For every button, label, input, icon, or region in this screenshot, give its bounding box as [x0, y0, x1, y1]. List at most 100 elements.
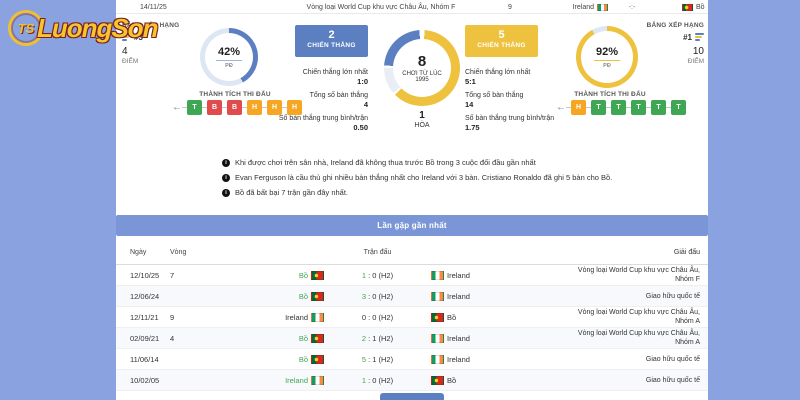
- away-team-flag-icon: [431, 271, 444, 280]
- form-result-box: B: [227, 100, 242, 115]
- table-row[interactable]: 10/02/05 Ireland 1: 0 (H2) Bồ Giao hữu q…: [116, 370, 708, 391]
- home-form-title: THÀNH TÍCH THI ĐẤU: [160, 91, 310, 98]
- away-wins-count: 5: [465, 29, 538, 42]
- away-rank-row: #1: [612, 32, 704, 42]
- tournament-name: Giao hữu quốc tế: [561, 292, 708, 301]
- match-score: 1: 0 (H2): [324, 271, 431, 280]
- stat-label: Chiến thắng lớn nhất: [465, 68, 565, 77]
- home-team-name: Ireland: [285, 313, 308, 322]
- away-form-title: THÀNH TÍCH THI ĐẤU: [535, 91, 685, 98]
- away-team-cell: Bồ: [431, 376, 561, 385]
- match-score: 0: 0 (H2): [324, 313, 431, 322]
- home-team-name: Bồ: [299, 355, 308, 364]
- away-team-cell: Ireland: [431, 271, 561, 280]
- stat-value: 0.50: [268, 123, 368, 133]
- away-team-flag-icon: [431, 355, 444, 364]
- show-more-button[interactable]: [380, 393, 444, 400]
- match-date: 10/02/05: [116, 376, 170, 385]
- table-row[interactable]: 12/06/24 Bồ 3: 0 (H2) Ireland Giao hữu q…: [116, 286, 708, 307]
- fixture-home: Ireland: [542, 0, 608, 14]
- table-row[interactable]: 12/10/25 7 Bồ 1: 0 (H2) Ireland Vòng loạ…: [116, 265, 708, 286]
- stat-label: Chiến thắng lớn nhất: [268, 68, 368, 77]
- away-team-cell: Bồ: [431, 313, 561, 322]
- away-team-name: Ireland: [447, 355, 470, 364]
- stat-value: 14: [465, 100, 565, 110]
- insight-notes: i Khi được chơi trên sân nhà, Ireland đã…: [116, 158, 708, 203]
- away-team-name: Ireland: [447, 334, 470, 343]
- match-score: 3: 0 (H2): [324, 292, 431, 301]
- fixture-away-name: Bồ: [696, 4, 705, 11]
- stat-item: Số bàn thắng trung bình/trận 0.50: [268, 114, 368, 133]
- home-team-cell: Ireland: [220, 313, 324, 322]
- home-team-name: Bồ: [299, 334, 308, 343]
- note-item: i Evan Ferguson là cầu thủ ghi nhiều bàn…: [222, 173, 708, 183]
- logo-badge: TS: [18, 21, 35, 36]
- away-team-cell: Ireland: [431, 334, 561, 343]
- col-tournament: Giải đấu: [561, 248, 708, 257]
- score-home-goals: 0: [362, 313, 366, 322]
- away-team-cell: Ireland: [431, 292, 561, 301]
- draws-label: HÒA: [384, 122, 460, 129]
- away-team-name: Bồ: [447, 313, 456, 322]
- score-rest: : 0 (H2): [368, 271, 393, 280]
- match-round: 9: [170, 313, 220, 322]
- match-date: 11/06/14: [116, 355, 170, 364]
- stat-item: Chiến thắng lớn nhất 5:1: [465, 68, 565, 87]
- away-team-flag-icon: [431, 313, 444, 322]
- stat-label: Số bàn thắng trung bình/trận: [465, 114, 565, 123]
- stat-label: Số bàn thắng trung bình/trận: [268, 114, 368, 123]
- form-result-box: T: [611, 100, 626, 115]
- h2h-donut-chart: 8 CHƠI TỪ LÚC 1995: [384, 30, 460, 106]
- draws-count: 1: [384, 110, 460, 121]
- score-rest: : 0 (H2): [368, 292, 393, 301]
- info-icon: i: [222, 174, 230, 182]
- fixture-competition: Vòng loại World Cup khu vực Châu Âu, Nhó…: [274, 0, 488, 14]
- home-form-gauge-inner: 42% PĐ: [205, 33, 253, 81]
- stat-value: 5:1: [465, 77, 565, 87]
- score-home-goals: 1: [362, 376, 366, 385]
- table-rows: 12/10/25 7 Bồ 1: 0 (H2) Ireland Vòng loạ…: [116, 265, 708, 391]
- home-wins-label: CHIẾN THẮNG: [295, 42, 368, 50]
- score-home-goals: 5: [362, 355, 366, 364]
- stat-value: 1.75: [465, 123, 565, 133]
- score-home-goals: 3: [362, 292, 366, 301]
- upcoming-fixture-bar[interactable]: 14/11/25 Vòng loại World Cup khu vực Châ…: [116, 0, 708, 14]
- form-result-box: T: [671, 100, 686, 115]
- tournament-name: Vòng loại World Cup khu vực Châu Âu, Nhó…: [561, 308, 708, 326]
- match-date: 12/10/25: [116, 271, 170, 280]
- home-points: 4: [122, 46, 208, 57]
- match-score: 1: 0 (H2): [324, 376, 431, 385]
- score-home-goals: 2: [362, 334, 366, 343]
- home-team-name: Ireland: [285, 376, 308, 385]
- home-wins-box: 2 CHIẾN THẮNG: [295, 25, 368, 57]
- form-result-box: H: [571, 100, 586, 115]
- home-wins-count: 2: [295, 29, 368, 42]
- away-rank-number: #1: [683, 33, 692, 42]
- away-team-flag-icon: [431, 334, 444, 343]
- table-row[interactable]: 02/09/21 4 Bồ 2: 1 (H2) Ireland Vòng loạ…: [116, 328, 708, 349]
- standings-icon: [695, 32, 704, 42]
- form-result-box: T: [631, 100, 646, 115]
- home-gauge-label: PĐ: [225, 63, 233, 69]
- logo-text: LuongSon: [37, 13, 158, 44]
- left-arrow-icon: ←: [172, 100, 182, 115]
- home-team-cell: Bồ: [220, 271, 324, 280]
- home-team-cell: Ireland: [220, 376, 324, 385]
- home-team-cell: Bồ: [220, 355, 324, 364]
- note-item: i Bồ đã bất bại 7 trận gần đây nhất.: [222, 188, 708, 198]
- away-form-squares: H T T T T T: [566, 100, 686, 115]
- home-form-row: ← T B B H H H: [172, 100, 302, 115]
- info-icon: i: [222, 159, 230, 167]
- note-text: Khi được chơi trên sân nhà, Ireland đã k…: [235, 158, 536, 168]
- ireland-flag-icon: [597, 4, 608, 11]
- since-year: 1995: [415, 77, 428, 83]
- away-team-name: Ireland: [447, 292, 470, 301]
- note-item: i Khi được chơi trên sân nhà, Ireland đã…: [222, 158, 708, 168]
- home-team-flag-icon: [311, 292, 324, 301]
- table-row[interactable]: 11/06/14 Bồ 5: 1 (H2) Ireland Giao hữu q…: [116, 349, 708, 370]
- home-team-flag-icon: [311, 271, 324, 280]
- score-rest: : 0 (H2): [368, 313, 393, 322]
- table-row[interactable]: 12/11/21 9 Ireland 0: 0 (H2) Bồ Vòng loạ…: [116, 307, 708, 328]
- note-text: Bồ đã bất bại 7 trận gần đây nhất.: [235, 188, 348, 198]
- home-team-name: Bồ: [299, 292, 308, 301]
